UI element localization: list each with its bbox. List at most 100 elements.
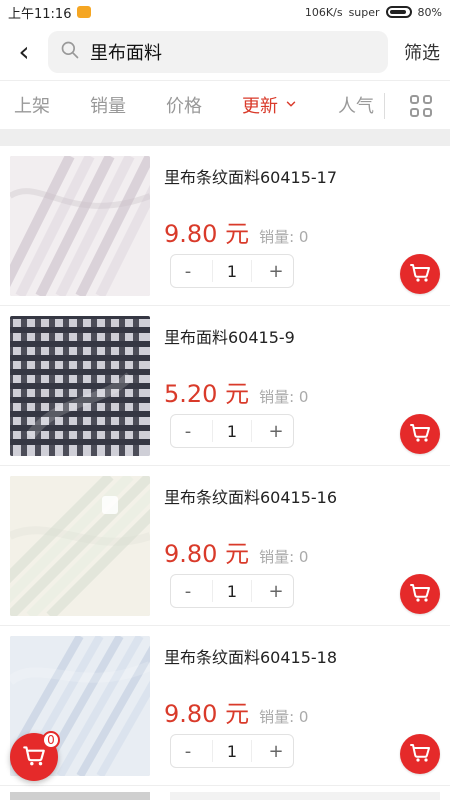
stepper-divider (250, 420, 252, 442)
sales-value: 0 (298, 228, 309, 246)
sort-price[interactable]: 价格 (166, 92, 202, 118)
product-price: 9.80 元 (164, 540, 250, 568)
increment-button[interactable]: + (265, 580, 287, 602)
product-price: 5.20 元 (164, 380, 250, 408)
quantity-value[interactable]: 1 (227, 262, 237, 281)
price-row: 9.80 元 销量: 0 (164, 214, 440, 249)
decrement-button[interactable]: - (177, 260, 199, 282)
decrement-button[interactable]: - (177, 740, 199, 762)
price-row: 9.80 元 销量: 0 (164, 534, 440, 569)
status-bar-right: 106K/s super 80% (305, 6, 442, 19)
sales-label: 销量: (259, 708, 295, 726)
sort-divider (384, 93, 385, 119)
grid-icon[interactable] (410, 95, 432, 117)
chevron-down-icon (284, 95, 298, 116)
product-title[interactable]: 里布面料60415-9 (164, 324, 440, 348)
product-info: 里布条纹面料60415-18 9.80 元 销量: 0 - 1 + (164, 636, 440, 775)
chevron-left-icon: ‹ (18, 35, 30, 68)
search-icon (60, 40, 80, 64)
cart-icon (408, 740, 432, 768)
product-item[interactable]: 里布条纹面料60415-18 9.80 元 销量: 0 - 1 + (0, 626, 450, 786)
add-to-cart-button[interactable] (400, 414, 440, 454)
next-item-peek-image (10, 792, 150, 800)
stepper-divider (212, 740, 214, 762)
cart-icon (408, 260, 432, 288)
section-separator (0, 130, 450, 146)
stepper-divider (250, 260, 252, 282)
cart-icon (21, 742, 47, 772)
product-image (10, 156, 150, 296)
stepper-divider (212, 260, 214, 282)
product-sales: 销量: 0 (259, 546, 308, 567)
product-item[interactable]: 里布条纹面料60415-16 9.80 元 销量: 0 - 1 + (0, 466, 450, 626)
cart-icon (408, 420, 432, 448)
stepper-divider (250, 740, 252, 762)
product-title[interactable]: 里布条纹面料60415-16 (164, 484, 440, 508)
quantity-stepper: - 1 + (170, 734, 294, 768)
price-row: 5.20 元 销量: 0 (164, 374, 440, 409)
quantity-value[interactable]: 1 (227, 742, 237, 761)
sales-label: 销量: (259, 228, 295, 246)
increment-button[interactable]: + (265, 420, 287, 442)
product-title[interactable]: 里布条纹面料60415-18 (164, 644, 440, 668)
filter-button[interactable]: 筛选 (404, 39, 440, 65)
sort-new-arrivals[interactable]: 上架 (14, 92, 50, 118)
network-speed: 106K/s (304, 5, 343, 19)
sales-value: 0 (298, 388, 309, 406)
floating-cart-button[interactable]: 0 (10, 731, 60, 781)
quantity-stepper: - 1 + (170, 254, 294, 288)
add-to-cart-button[interactable] (400, 254, 440, 294)
product-item[interactable]: 里布面料60415-9 5.20 元 销量: 0 - 1 + (0, 306, 450, 466)
stepper-divider (212, 420, 214, 442)
quantity-stepper: - 1 + (170, 574, 294, 608)
product-sales: 销量: 0 (259, 226, 308, 247)
battery-icon (385, 6, 412, 18)
sales-value: 0 (298, 548, 309, 566)
sales-label: 销量: (259, 388, 295, 406)
product-image (10, 316, 150, 456)
battery-percent: 80% (417, 5, 442, 19)
next-item-peek-row (170, 792, 440, 800)
product-info: 里布条纹面料60415-16 9.80 元 销量: 0 - 1 + (164, 476, 440, 615)
search-query: 里布面料 (90, 43, 162, 64)
product-price: 9.80 元 (164, 700, 250, 728)
status-bar: 上午11:16 106K/s super 80% (0, 0, 450, 24)
quantity-value[interactable]: 1 (227, 422, 237, 441)
sales-label: 销量: (259, 548, 295, 566)
stepper-divider (212, 580, 214, 602)
back-button[interactable]: ‹ (10, 38, 38, 66)
search-bar[interactable]: 里布面料 (48, 31, 388, 73)
quantity-stepper: - 1 + (170, 414, 294, 448)
top-bar: ‹ 里布面料 筛选 (0, 24, 450, 80)
product-price: 9.80 元 (164, 220, 250, 248)
increment-button[interactable]: + (265, 740, 287, 762)
product-info: 里布面料60415-9 5.20 元 销量: 0 - 1 + (164, 316, 440, 455)
status-time: 上午11:16 (8, 6, 72, 22)
add-to-cart-button[interactable] (400, 734, 440, 774)
sort-popularity[interactable]: 人气 (338, 92, 374, 118)
product-list: 里布条纹面料60415-17 9.80 元 销量: 0 - 1 + 里布面料60… (0, 146, 450, 800)
product-sales: 销量: 0 (259, 706, 308, 727)
product-info: 里布条纹面料60415-17 9.80 元 销量: 0 - 1 + (164, 156, 440, 295)
cart-icon (408, 580, 432, 608)
sort-sales[interactable]: 销量 (90, 92, 126, 118)
status-bar-left: 上午11:16 (8, 3, 92, 22)
price-row: 9.80 元 销量: 0 (164, 694, 440, 729)
product-sales: 销量: 0 (259, 386, 308, 407)
cart-count-badge: 0 (42, 731, 60, 749)
sort-updated[interactable]: 更新 (242, 92, 298, 118)
add-to-cart-button[interactable] (400, 574, 440, 614)
product-title[interactable]: 里布条纹面料60415-17 (164, 164, 440, 188)
decrement-button[interactable]: - (177, 420, 199, 442)
quantity-value[interactable]: 1 (227, 582, 237, 601)
stepper-divider (250, 580, 252, 602)
sort-bar: 上架 销量 价格 更新 人气 (0, 80, 450, 130)
app-notification-icon (77, 6, 92, 18)
carrier-name: super (348, 5, 380, 19)
sales-value: 0 (298, 708, 309, 726)
sort-updated-label: 更新 (242, 96, 278, 117)
product-image (10, 476, 150, 616)
increment-button[interactable]: + (265, 260, 287, 282)
decrement-button[interactable]: - (177, 580, 199, 602)
product-item[interactable]: 里布条纹面料60415-17 9.80 元 销量: 0 - 1 + (0, 146, 450, 306)
